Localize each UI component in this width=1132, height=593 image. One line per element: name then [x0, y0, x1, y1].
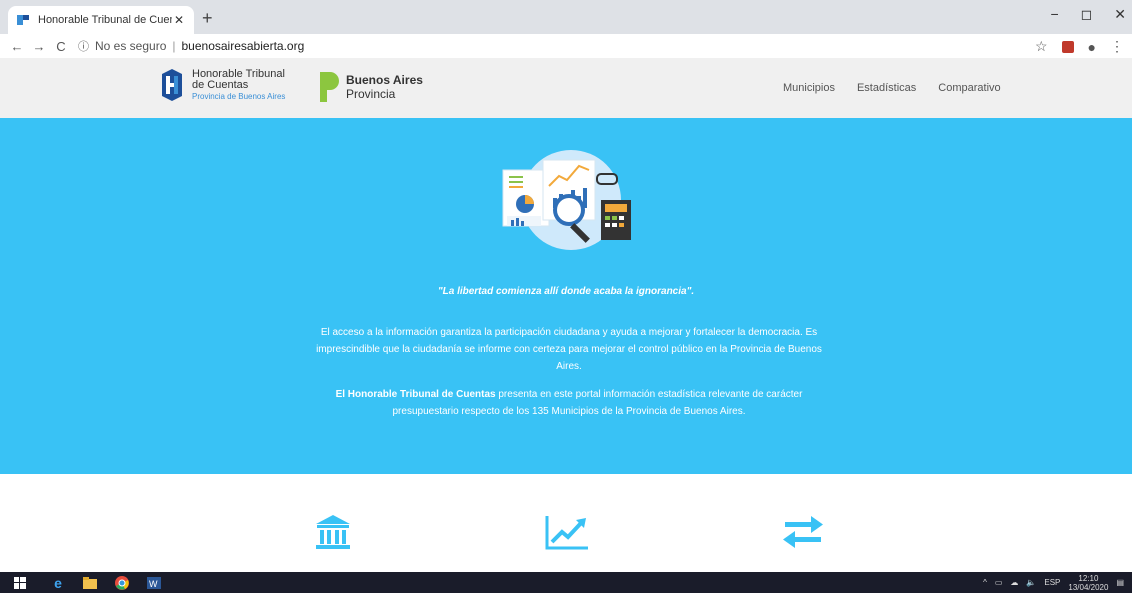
- omnibox[interactable]: ⓘ No es seguro | buenosairesabierta.org: [78, 38, 304, 54]
- exchange-arrows-icon[interactable]: [781, 512, 825, 552]
- tray-chevron-icon[interactable]: ^: [983, 578, 987, 587]
- extension-icon[interactable]: [1061, 40, 1074, 53]
- system-tray: ^ ▭ ☁ 🔈 ESP 12:10 13/04/2020 ▤: [983, 572, 1124, 593]
- hero-quote: "La libertad comienza allí donde acaba l…: [437, 286, 695, 297]
- statistics-illustration-icon: [502, 150, 631, 250]
- tab-close-icon[interactable]: ✕: [172, 13, 186, 27]
- htc-name-line2: de Cuentas: [192, 78, 249, 91]
- language-indicator[interactable]: ESP: [1044, 578, 1060, 587]
- address-bar-row: ← → C ⓘ No es seguro | buenosairesabiert…: [0, 34, 1132, 58]
- htc-logo[interactable]: Honorable Tribunal de Cuentas Provincia …: [158, 68, 285, 102]
- chrome-icon[interactable]: [114, 575, 130, 590]
- clock[interactable]: 12:10 13/04/2020: [1068, 574, 1108, 592]
- edge-browser-icon[interactable]: e: [50, 575, 66, 591]
- word-icon[interactable]: W: [146, 576, 162, 590]
- info-icon[interactable]: ⓘ: [78, 38, 89, 54]
- htc-name-line1: Honorable Tribunal: [192, 67, 285, 80]
- browser-toolbar-icons: ☆ ● ⋮: [1035, 38, 1124, 55]
- htc-emblem-icon: [162, 69, 182, 101]
- ba-name-line2: Provincia: [346, 87, 396, 101]
- htc-name-line3: Provincia de Buenos Aires: [192, 91, 286, 101]
- hero-paragraph-1: El acceso a la información garantiza la …: [316, 327, 822, 372]
- buenos-aires-p-icon: [320, 72, 339, 102]
- tab-title: Honorable Tribunal de Cuentas d: [38, 14, 172, 26]
- volume-icon[interactable]: 🔈: [1026, 578, 1036, 587]
- browser-tab-strip: Honorable Tribunal de Cuentas d ✕ + − ◻ …: [0, 0, 1132, 34]
- institution-icon[interactable]: [313, 512, 353, 552]
- bookmark-star-icon[interactable]: ☆: [1035, 38, 1048, 55]
- clock-date: 13/04/2020: [1068, 582, 1109, 592]
- site-favicon-icon: [17, 15, 29, 25]
- forward-button[interactable]: →: [28, 39, 50, 54]
- hero-paragraph-2-bold: El Honorable Tribunal de Cuentas: [335, 389, 496, 400]
- close-window-button[interactable]: ✕: [1114, 6, 1126, 23]
- trend-chart-icon[interactable]: [544, 512, 590, 552]
- menu-icon[interactable]: ⋮: [1110, 38, 1124, 55]
- clock-time: 12:10: [1078, 573, 1099, 583]
- main-nav: Municipios Estadísticas Comparativo: [783, 82, 1001, 94]
- profile-icon[interactable]: ●: [1088, 39, 1096, 55]
- new-tab-button[interactable]: +: [202, 8, 213, 29]
- hero-paragraph-2: El Honorable Tribunal de Cuentas present…: [306, 386, 832, 420]
- url-text[interactable]: buenosairesabierta.org: [182, 39, 305, 53]
- hero-section: "La libertad comienza allí donde acaba l…: [0, 118, 1132, 474]
- back-button[interactable]: ←: [6, 39, 28, 54]
- ba-name-line1: Buenos Aires: [346, 73, 423, 87]
- file-explorer-icon[interactable]: [82, 576, 98, 590]
- maximize-button[interactable]: ◻: [1081, 6, 1093, 23]
- minimize-button[interactable]: −: [1050, 6, 1058, 23]
- buenos-aires-logo[interactable]: Buenos Aires Provincia: [318, 70, 423, 104]
- svg-text:W: W: [149, 579, 158, 589]
- reload-button[interactable]: C: [50, 39, 72, 54]
- features-section: [0, 474, 1132, 572]
- site-header: Honorable Tribunal de Cuentas Provincia …: [0, 58, 1132, 118]
- security-label: No es seguro: [95, 39, 167, 53]
- omnibox-separator: |: [172, 39, 176, 53]
- browser-tab[interactable]: Honorable Tribunal de Cuentas d ✕: [8, 6, 194, 34]
- windows-taskbar: e W ^ ▭ ☁ 🔈 ESP 12:10 13/04/2020 ▤: [0, 572, 1132, 593]
- windows-start-icon[interactable]: [12, 576, 28, 590]
- nav-municipios[interactable]: Municipios: [783, 82, 835, 94]
- nav-comparativo[interactable]: Comparativo: [938, 82, 1000, 94]
- battery-icon[interactable]: ▭: [995, 578, 1003, 587]
- onedrive-icon[interactable]: ☁: [1010, 578, 1018, 587]
- notifications-icon[interactable]: ▤: [1116, 578, 1124, 587]
- window-controls: − ◻ ✕: [1050, 6, 1126, 23]
- nav-estadisticas[interactable]: Estadísticas: [857, 82, 916, 94]
